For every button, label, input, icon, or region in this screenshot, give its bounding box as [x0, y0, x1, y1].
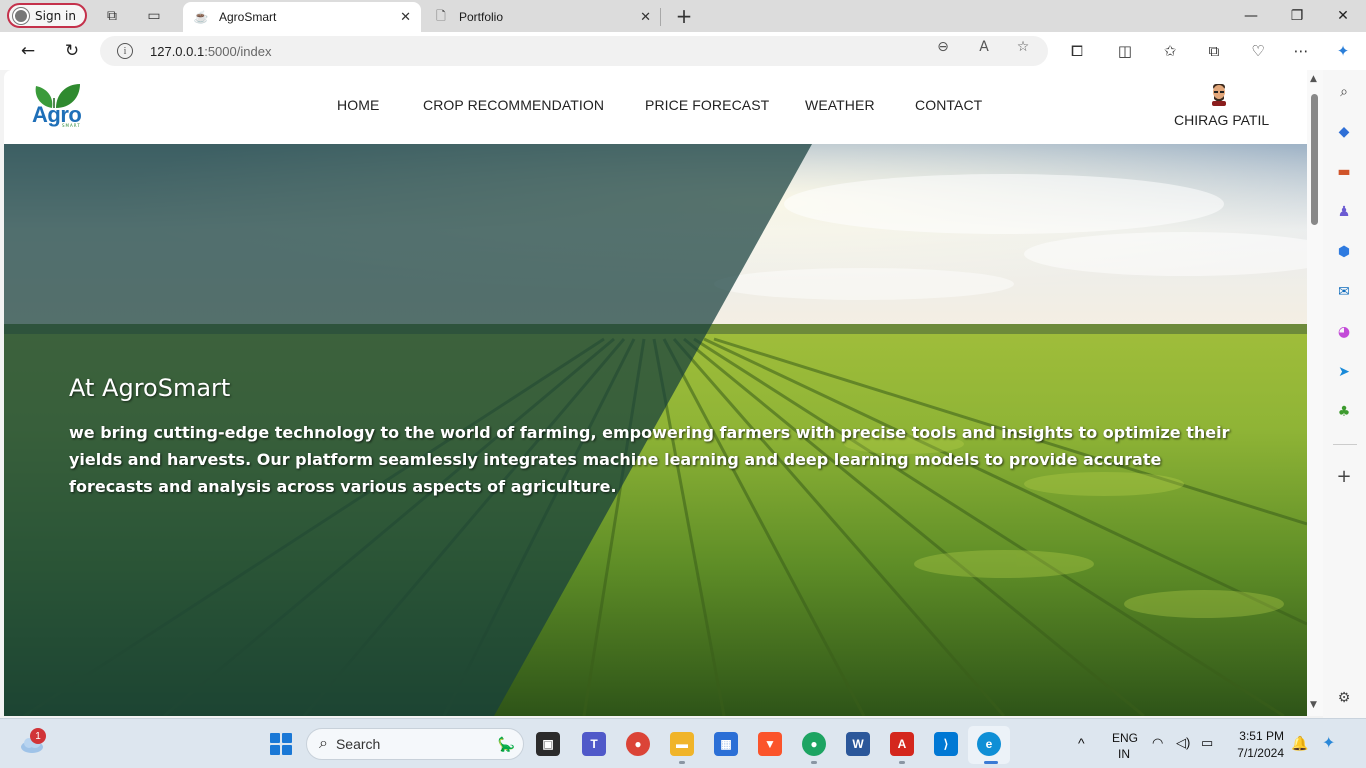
user-name: CHIRAG PATIL [1174, 112, 1270, 128]
tree-icon[interactable]: ♣ [1334, 402, 1354, 422]
tools-icon[interactable]: ▬ [1334, 162, 1354, 182]
nav-crop-recommendation[interactable]: CROP RECOMMENDATION [423, 97, 604, 113]
refresh-icon[interactable]: ↻ [61, 40, 83, 62]
notification-badge: 1 [30, 728, 46, 744]
task-view-icon[interactable]: ▣ [536, 732, 560, 756]
zoom-icon[interactable]: ⊖ [934, 38, 952, 56]
tab-agrosmart[interactable]: ☕ AgroSmart ✕ [183, 2, 421, 32]
split-screen-icon[interactable]: ◫ [1115, 41, 1135, 61]
collections-icon[interactable]: ⧉ [1204, 41, 1224, 61]
nav-weather[interactable]: WEATHER [805, 97, 875, 113]
agrosmart-logo[interactable]: Agro SMART [30, 80, 90, 130]
tab-title: Portfolio [459, 10, 504, 24]
teams-icon[interactable]: T [582, 732, 606, 756]
add-sidebar-app-icon[interactable]: + [1334, 466, 1354, 487]
scroll-up-icon[interactable]: ▲ [1310, 74, 1317, 84]
tab-title: AgroSmart [219, 10, 277, 24]
shopping-tag-icon[interactable]: ◆ [1334, 122, 1354, 142]
tab-divider [660, 8, 661, 26]
close-window-icon[interactable]: ✕ [1331, 4, 1355, 28]
profile-avatar-icon [13, 7, 29, 24]
hero-description: we bring cutting-edge technology to the … [69, 423, 1230, 496]
sidebar-settings-icon[interactable]: ⚙ [1334, 688, 1354, 708]
workspaces-icon[interactable]: ⧉ [102, 6, 122, 26]
pdf-reader-icon[interactable]: A [890, 732, 914, 756]
close-tab-icon[interactable]: ✕ [400, 9, 411, 25]
send-icon[interactable]: ➤ [1334, 362, 1354, 382]
scroll-down-icon[interactable]: ▼ [1310, 700, 1317, 710]
designer-icon[interactable]: ◕ [1334, 322, 1354, 342]
logo-subtext: SMART [62, 123, 81, 128]
extensions-icon[interactable]: ⧠ [1067, 41, 1087, 61]
url-text[interactable]: 127.0.0.1:5000/index [150, 44, 271, 59]
settings-more-icon[interactable]: ⋯ [1291, 41, 1311, 61]
search-icon: ⌕ [319, 735, 328, 752]
site-header: Agro SMART HOME CROP RECOMMENDATION PRIC… [4, 70, 1307, 144]
file-explorer-icon[interactable]: ▬ [670, 732, 694, 756]
running-indicator [899, 761, 905, 764]
user-profile[interactable]: CHIRAG PATIL [1174, 82, 1270, 128]
edge-sidebar: ⌕ ◆ ▬ ♟ ⬢ ✉ ◕ ➤ ♣ + ⚙ [1323, 70, 1366, 718]
sign-in-button[interactable]: Sign in [7, 3, 87, 28]
chrome-icon[interactable]: ● [626, 732, 650, 756]
hero-title: At AgroSmart [69, 374, 231, 402]
browser-essentials-icon[interactable]: ♡ [1248, 41, 1268, 61]
wifi-icon[interactable]: ◠ [1152, 735, 1163, 751]
tab-portfolio[interactable]: 🗋 Portfolio ✕ [423, 2, 661, 32]
nav-home[interactable]: HOME [337, 97, 379, 113]
favorite-star-icon[interactable]: ☆ [1014, 38, 1032, 56]
windows-taskbar: 1 ⌕ Search 🦕 ▣ T ● ▬ ▦ ▼ ● W A ⟩ e ^ ENG… [0, 718, 1366, 768]
page-viewport: Agro SMART HOME CROP RECOMMENDATION PRIC… [4, 70, 1307, 716]
search-placeholder: Search [335, 736, 381, 752]
sidebar-divider [1333, 444, 1357, 445]
restore-icon[interactable]: ❐ [1285, 4, 1309, 28]
scrollbar-thumb[interactable] [1311, 94, 1318, 225]
running-indicator [811, 761, 817, 764]
coffee-cup-icon: ☕ [193, 10, 209, 24]
brave-icon[interactable]: ▼ [758, 732, 782, 756]
read-aloud-icon[interactable]: A [975, 38, 993, 56]
start-button[interactable] [270, 733, 292, 755]
nav-contact[interactable]: CONTACT [915, 97, 982, 113]
microsoft-store-icon[interactable]: ▦ [714, 732, 738, 756]
show-hidden-icons-icon[interactable]: ^ [1078, 735, 1085, 751]
copilot-icon[interactable]: ✦ [1333, 41, 1353, 61]
battery-icon[interactable]: ▭ [1201, 735, 1213, 751]
minimize-icon[interactable]: — [1239, 4, 1263, 28]
hero-section: At AgroSmart we bring cutting-edge techn… [4, 144, 1307, 716]
favorites-icon[interactable]: ✩ [1160, 41, 1180, 61]
search-highlight-dinosaur-icon: 🦕 [497, 735, 515, 752]
active-indicator [984, 761, 998, 764]
outlook-icon[interactable]: ✉ [1334, 282, 1354, 302]
tab-strip: Sign in ⧉ ▭ ☕ AgroSmart ✕ 🗋 Portfolio ✕ … [0, 0, 1366, 32]
microsoft-365-icon[interactable]: ⬢ [1334, 242, 1354, 262]
language-indicator[interactable]: ENG IN [1112, 731, 1138, 761]
address-toolbar: ← ↻ i 127.0.0.1:5000/index ⊖ A ☆ ⧠ ◫ ✩ ⧉… [0, 32, 1366, 70]
user-avatar [1210, 82, 1228, 106]
vscode-icon[interactable]: ⟩ [934, 732, 958, 756]
copilot-taskbar-icon[interactable]: ✦ [1322, 733, 1335, 753]
close-tab-icon[interactable]: ✕ [640, 9, 651, 25]
clock[interactable]: 3:51 PM 7/1/2024 [1236, 729, 1284, 760]
address-bar[interactable]: i 127.0.0.1:5000/index [100, 36, 1048, 66]
search-icon[interactable]: ⌕ [1334, 82, 1354, 102]
games-icon[interactable]: ♟ [1334, 202, 1354, 222]
site-info-icon[interactable]: i [117, 43, 133, 59]
tab-actions-icon[interactable]: ▭ [144, 6, 164, 26]
chrome-profile-icon[interactable]: ● [802, 732, 826, 756]
back-icon[interactable]: ← [17, 40, 39, 62]
volume-icon[interactable]: ◁) [1176, 735, 1190, 751]
new-tab-icon[interactable]: + [672, 4, 696, 28]
edge-icon[interactable]: e [977, 732, 1001, 756]
page-icon: 🗋 [436, 8, 446, 23]
running-indicator [679, 761, 685, 764]
nav-price-forecast[interactable]: PRICE FORECAST [645, 97, 769, 113]
word-icon[interactable]: W [846, 732, 870, 756]
page-scrollbar[interactable]: ▲ ▼ [1307, 70, 1323, 716]
notification-bell-icon[interactable]: 🔔 [1291, 735, 1308, 752]
taskbar-search[interactable]: ⌕ Search 🦕 [306, 728, 524, 760]
sign-in-label: Sign in [35, 8, 76, 23]
